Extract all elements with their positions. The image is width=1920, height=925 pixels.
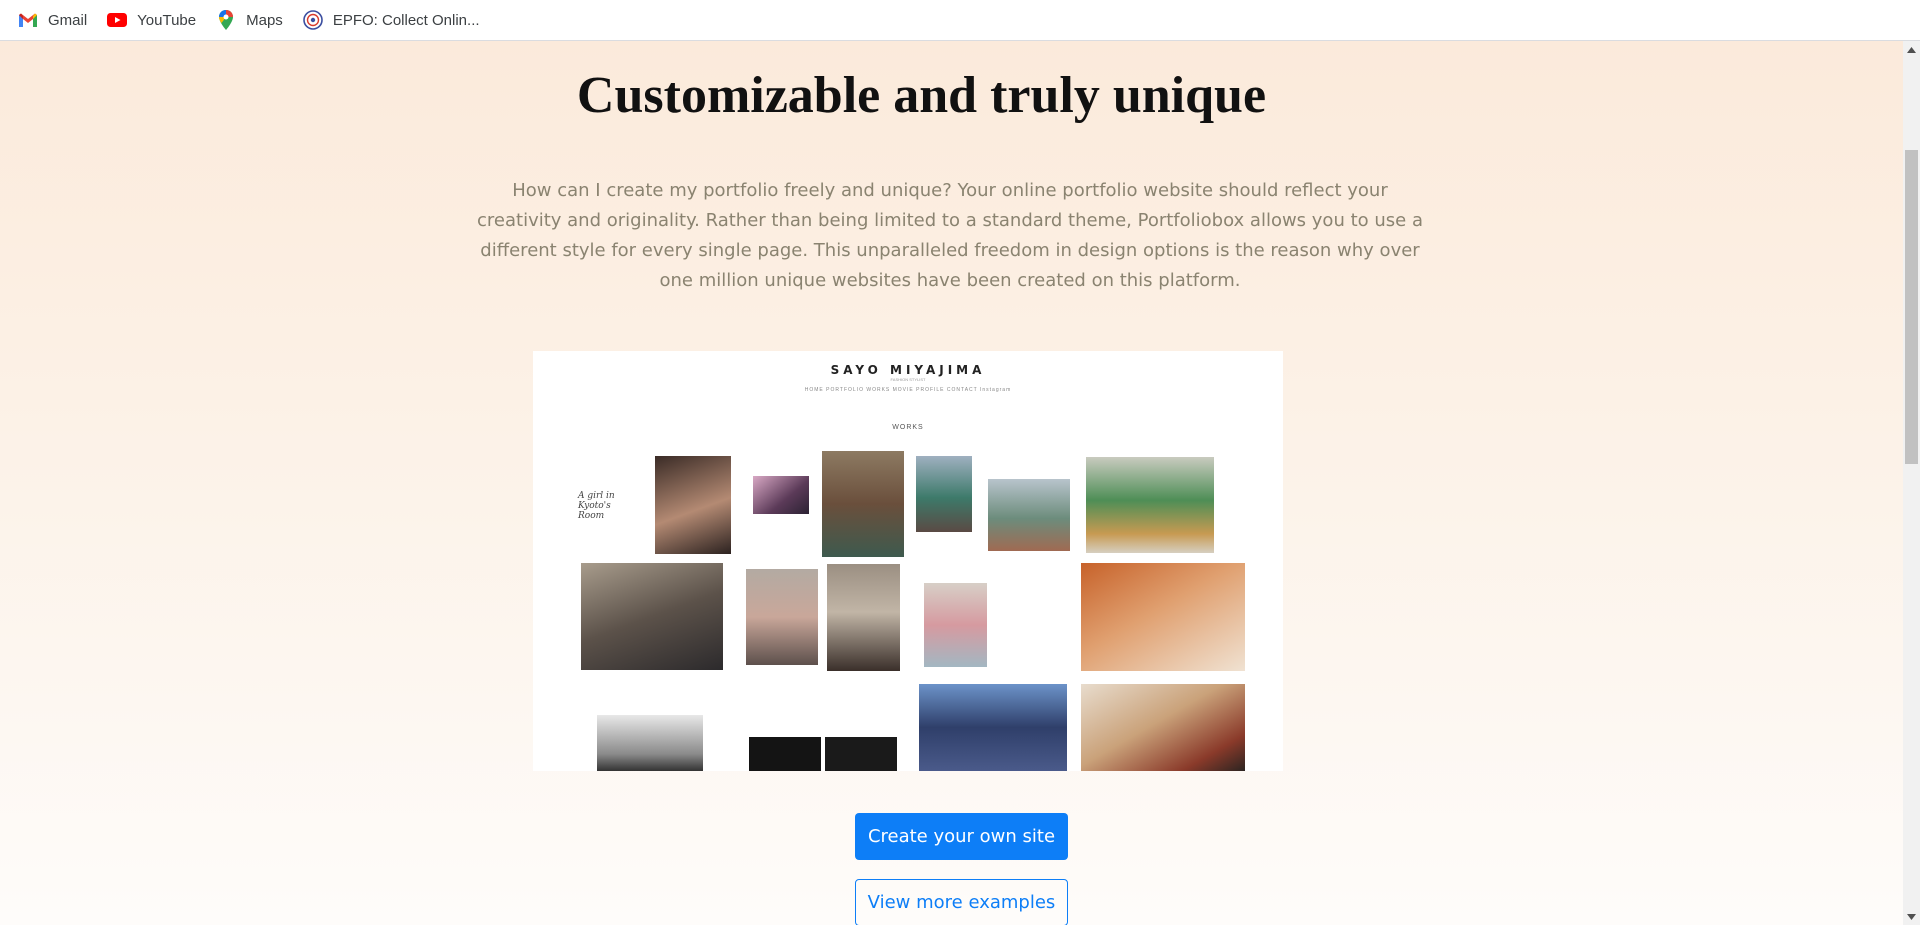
photo-thumbnail [1081, 684, 1245, 771]
bookmarks-bar: Gmail YouTube Maps EPFO: Collect Onlin..… [0, 0, 1920, 41]
bookmark-label: Gmail [48, 11, 88, 29]
photo-thumbnail [749, 737, 821, 771]
portfolio-example-image[interactable]: SAYO MIYAJIMA FASHION STYLIST HOME PORTF… [533, 351, 1283, 771]
photo-thumbnail [822, 451, 904, 557]
maps-icon [216, 10, 236, 30]
example-site-script-text: A girl in Kyoto's Room [578, 491, 615, 521]
photo-thumbnail [827, 564, 900, 671]
youtube-icon [107, 10, 128, 30]
section-description: How can I create my portfolio freely and… [477, 180, 1423, 291]
photo-thumbnail [924, 583, 987, 667]
photo-thumbnail [746, 569, 818, 665]
bookmark-gmail[interactable]: Gmail [18, 4, 97, 36]
example-site-nav: HOME PORTFOLIO WORKS MOVIE PROFILE CONTA… [804, 387, 1012, 393]
photo-thumbnail [1081, 563, 1245, 671]
photo-thumbnail [825, 737, 897, 771]
photo-thumbnail [655, 456, 731, 554]
epfo-icon [303, 10, 323, 30]
bookmark-maps[interactable]: Maps [216, 4, 293, 36]
scroll-up-arrow-icon[interactable] [1903, 41, 1920, 58]
bookmark-youtube[interactable]: YouTube [107, 4, 206, 36]
bookmark-epfo[interactable]: EPFO: Collect Onlin... [303, 4, 490, 36]
photo-thumbnail [1086, 457, 1214, 553]
photo-thumbnail [753, 476, 809, 514]
photo-thumbnail [919, 684, 1067, 771]
gmail-icon [18, 10, 38, 30]
photo-thumbnail [581, 563, 723, 670]
photo-thumbnail [988, 479, 1070, 551]
headline-text: Customizable and truly unique [576, 67, 1267, 124]
scroll-down-arrow-icon[interactable] [1903, 908, 1920, 925]
scrollbar-thumb[interactable] [1905, 150, 1918, 464]
photo-thumbnail [916, 456, 972, 532]
section-headline: Customizable and truly unique [0, 66, 1903, 125]
example-site-subtitle: FASHION STYLIST [890, 377, 926, 382]
bookmark-label: EPFO: Collect Onlin... [332, 11, 480, 29]
photo-thumbnail [597, 715, 703, 771]
view-examples-button[interactable]: View more examples [855, 879, 1068, 925]
bookmark-label: Maps [246, 11, 283, 29]
example-site-section-label: WORKS [892, 424, 924, 431]
create-site-button[interactable]: Create your own site [855, 813, 1068, 860]
example-site-name: SAYO MIYAJIMA [830, 363, 986, 377]
vertical-scrollbar[interactable] [1903, 41, 1920, 925]
bookmark-label: YouTube [137, 11, 197, 29]
page-content: Customizable and truly unique How can I … [0, 41, 1903, 925]
